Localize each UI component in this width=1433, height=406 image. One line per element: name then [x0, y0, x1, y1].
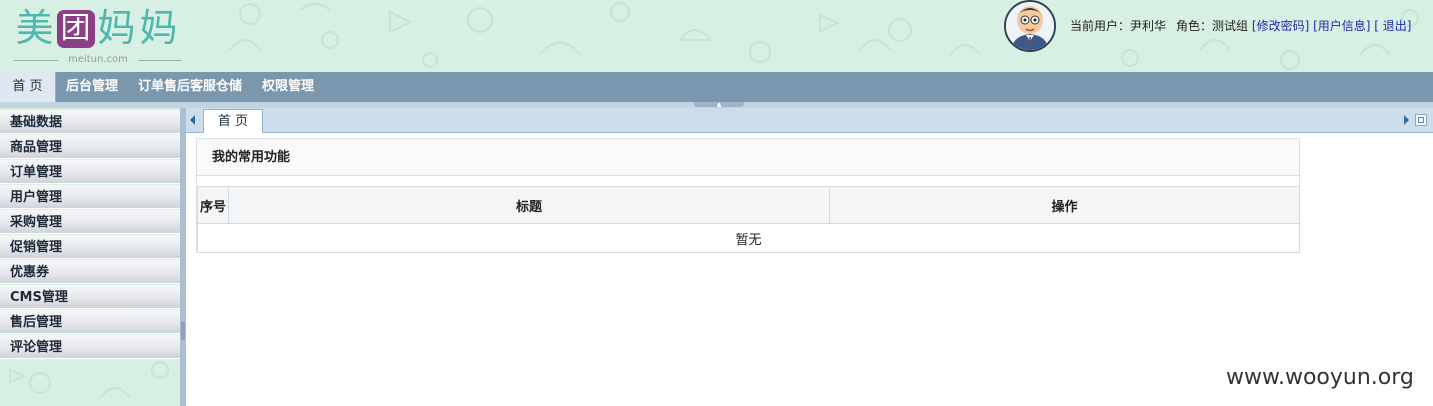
logo-subtitle: meitun.com: [14, 54, 182, 66]
nav-item-backend[interactable]: 后台管理: [66, 72, 118, 102]
maximize-icon[interactable]: [1415, 114, 1427, 126]
current-user-label: 当前用户：: [1070, 19, 1131, 33]
logo-char-3: 妈: [97, 6, 137, 50]
tab-scroll-right-icon[interactable]: [1404, 115, 1409, 125]
column-header-title: 标题: [228, 186, 830, 224]
tab-strip: 首 页: [186, 108, 1433, 133]
sidebar-item-after-sales[interactable]: 售后管理: [0, 310, 180, 334]
favorites-table: 序号 标题 操作 暂无: [197, 186, 1300, 253]
top-nav: 首 页 后台管理 订单售后客服仓储 权限管理: [0, 72, 1433, 102]
table-header-row: 序号 标题 操作: [197, 186, 1300, 224]
sidebar-item-users[interactable]: 用户管理: [0, 185, 180, 209]
table-row: 暂无: [197, 223, 1300, 253]
change-password-link[interactable]: [修改密码]: [1252, 19, 1309, 33]
meitun-logo[interactable]: 美团妈妈 meitun.com: [14, 6, 184, 68]
watermark: www.wooyun.org: [1226, 365, 1414, 390]
logo-text: 美团妈妈: [14, 6, 180, 50]
user-info-link[interactable]: [用户信息]: [1313, 19, 1370, 33]
logo-char-4: 妈: [139, 6, 179, 50]
role-label: 角色：: [1176, 19, 1213, 33]
sidebar: 基础数据 商品管理 订单管理 用户管理 采购管理 促销管理 优惠券 CMS管理 …: [0, 108, 180, 406]
logout-link[interactable]: [ 退出]: [1374, 19, 1411, 33]
panel-title: 我的常用功能: [197, 139, 1299, 176]
logo-char-1: 美: [15, 6, 55, 50]
user-avatar: [1004, 0, 1056, 52]
tab-scroll-left-icon[interactable]: [190, 115, 195, 125]
column-header-actions: 操作: [829, 186, 1300, 224]
admin-page: 美团妈妈 meitun.com 当前用户：尹利华 角色：测试组 [修改密码] […: [0, 0, 1433, 406]
role-name: 测试组: [1212, 19, 1249, 33]
avatar-cartoon-icon: [1006, 2, 1054, 50]
sidebar-item-basic-data[interactable]: 基础数据: [0, 110, 180, 134]
nav-item-home[interactable]: 首 页: [0, 72, 56, 102]
user-info-bar: 当前用户：尹利华 角色：测试组 [修改密码] [用户信息] [ 退出]: [1070, 17, 1411, 35]
collapse-header-icon[interactable]: ▲: [694, 102, 744, 108]
logo-char-2: 团: [57, 10, 95, 48]
header: 美团妈妈 meitun.com 当前用户：尹利华 角色：测试组 [修改密码] […: [0, 0, 1433, 72]
current-user-name: 尹利华: [1130, 19, 1167, 33]
sidebar-item-promotions[interactable]: 促销管理: [0, 235, 180, 259]
nav-item-order-service[interactable]: 订单售后客服仓储: [138, 72, 242, 102]
sidebar-item-purchasing[interactable]: 采购管理: [0, 210, 180, 234]
column-header-index: 序号: [197, 186, 229, 224]
collapse-sidebar-icon[interactable]: [181, 322, 185, 340]
nav-item-permissions[interactable]: 权限管理: [262, 72, 314, 102]
tab-home[interactable]: 首 页: [203, 109, 263, 133]
sidebar-item-cms[interactable]: CMS管理: [0, 285, 180, 309]
sidebar-item-reviews[interactable]: 评论管理: [0, 335, 180, 359]
sidebar-item-products[interactable]: 商品管理: [0, 135, 180, 159]
favorites-panel: 我的常用功能 序号 标题 操作 暂无: [196, 138, 1300, 253]
header-background-pattern: [229, 2, 1419, 70]
sidebar-item-orders[interactable]: 订单管理: [0, 160, 180, 184]
sidebar-item-coupons[interactable]: 优惠券: [0, 260, 180, 284]
empty-message: 暂无: [197, 223, 1300, 253]
